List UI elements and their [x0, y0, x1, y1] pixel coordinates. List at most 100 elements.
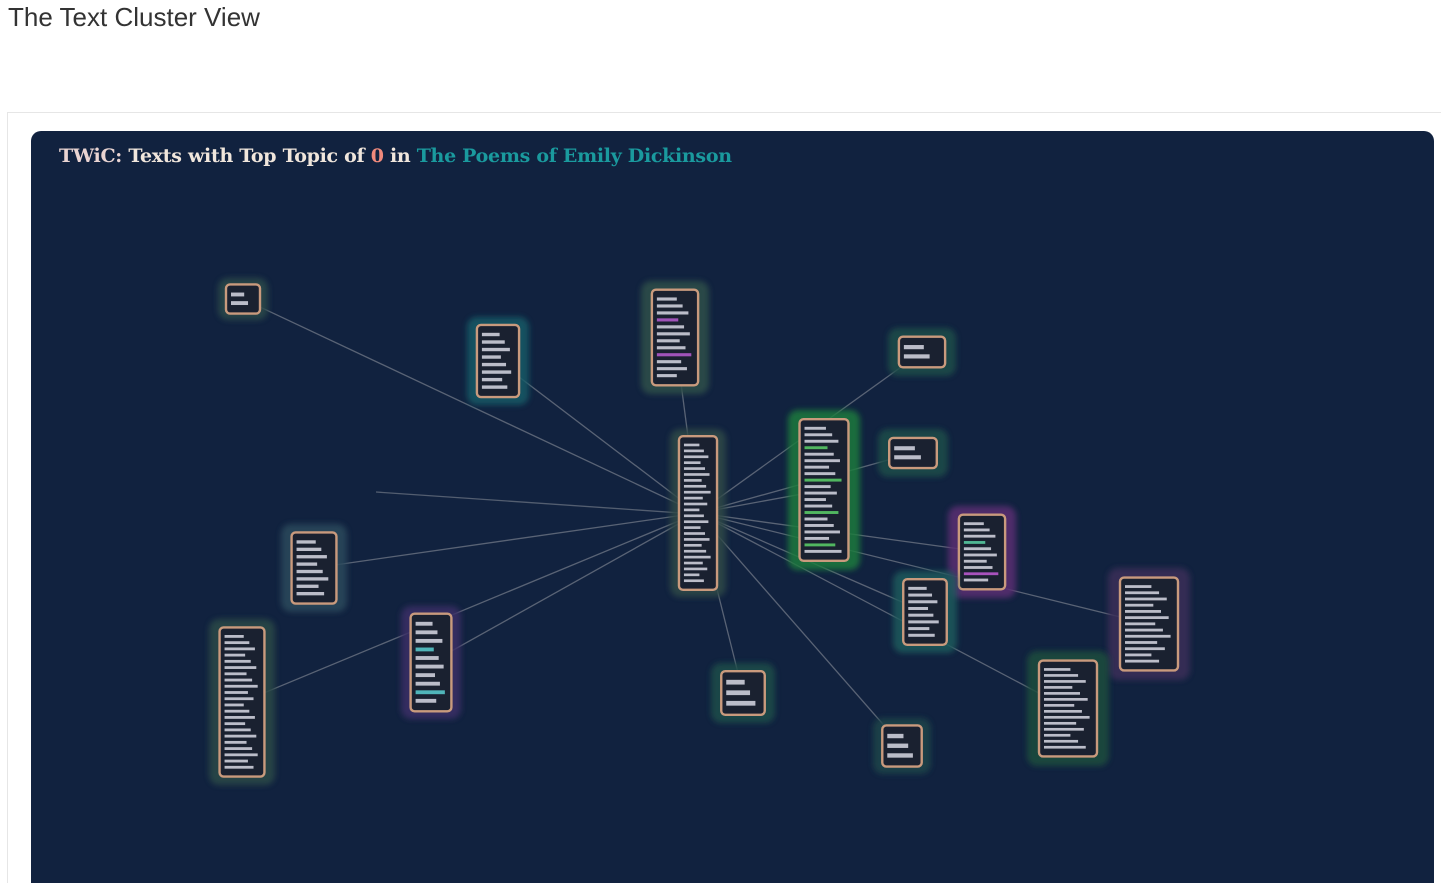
text-line [656, 297, 677, 301]
text-line [1125, 591, 1160, 595]
text-line [656, 353, 692, 357]
text-line [804, 504, 833, 508]
text-node-hub[interactable] [670, 429, 726, 597]
text-line [963, 566, 993, 569]
text-line [1125, 622, 1156, 626]
text-line [415, 673, 436, 678]
text-line [224, 678, 253, 682]
text-line [804, 491, 837, 495]
text-line [804, 459, 840, 463]
text-card [409, 612, 453, 713]
text-line [683, 567, 708, 571]
text-line [1044, 727, 1084, 731]
text-node-left-mid[interactable] [281, 524, 347, 612]
text-line [683, 549, 707, 553]
text-line [683, 514, 704, 518]
text-line [804, 543, 836, 547]
text-line [224, 641, 250, 645]
text-line [683, 543, 702, 547]
text-line [481, 355, 501, 359]
text-line [804, 433, 833, 437]
text-line [908, 600, 938, 604]
text-card [677, 434, 719, 592]
text-line [224, 635, 244, 638]
text-line [296, 540, 316, 544]
text-line [224, 716, 255, 719]
text-line [415, 630, 438, 635]
text-line [1044, 709, 1082, 713]
text-line [963, 578, 989, 582]
text-line [415, 621, 433, 626]
text-node-top-purple[interactable] [641, 281, 709, 394]
text-line [224, 653, 246, 657]
text-line [415, 698, 437, 703]
text-line [683, 490, 711, 494]
text-line [1044, 674, 1079, 677]
text-line [224, 728, 251, 732]
text-node-r-small-a[interactable] [888, 328, 956, 376]
text-line [1125, 634, 1171, 638]
text-line [804, 485, 831, 489]
page-title: The Text Cluster View [8, 2, 260, 32]
text-line [1044, 680, 1086, 683]
text-node-far-right[interactable] [1108, 568, 1190, 680]
text-node-r-small-b[interactable] [878, 429, 948, 477]
text-line [1125, 616, 1169, 620]
text-line [894, 446, 915, 451]
text-line [683, 467, 706, 470]
text-line [963, 534, 996, 538]
text-line [726, 679, 745, 685]
text-line [656, 374, 677, 378]
text-line [1125, 641, 1158, 644]
text-line [804, 511, 839, 514]
text-line [683, 526, 701, 529]
text-node-tl-small[interactable] [218, 278, 268, 320]
text-line [683, 479, 702, 482]
text-line [1044, 686, 1073, 689]
text-line [1044, 733, 1071, 737]
text-line [804, 465, 830, 469]
text-node-bottom-right[interactable] [1027, 651, 1109, 766]
text-node-left-purple[interactable] [401, 606, 461, 719]
text-line [963, 559, 987, 563]
text-node-magenta[interactable] [948, 506, 1016, 598]
text-line [224, 747, 253, 750]
text-line [481, 362, 507, 367]
text-line [481, 385, 508, 389]
text-line [1044, 704, 1075, 707]
text-line [224, 666, 257, 669]
text-card [224, 283, 262, 315]
text-line [963, 547, 992, 551]
text-node-bottom-small[interactable] [711, 663, 775, 723]
text-line [481, 340, 505, 344]
text-line [224, 740, 247, 744]
text-line [481, 370, 512, 374]
cluster-edge [430, 512, 699, 664]
text-line [683, 561, 703, 565]
text-line [804, 426, 826, 430]
cluster-edge [313, 512, 699, 569]
text-node-bottom-mid[interactable] [873, 718, 931, 774]
text-line [415, 647, 434, 652]
text-line [804, 439, 839, 443]
text-line [804, 446, 828, 450]
text-line [656, 325, 685, 329]
text-line [224, 703, 244, 707]
text-node-mid-teal[interactable] [893, 571, 957, 653]
text-line [683, 555, 711, 559]
twic-cluster-panel: TWiC: Texts with Top Topic of 0 in The P… [31, 131, 1434, 883]
text-node-top-teal[interactable] [467, 317, 529, 405]
text-line [656, 346, 686, 350]
text-node-green[interactable] [788, 410, 860, 570]
text-line [231, 292, 245, 297]
text-line [296, 592, 325, 596]
text-line [224, 734, 257, 738]
text-line [683, 473, 710, 476]
text-line [415, 681, 440, 686]
text-line [481, 377, 503, 382]
text-line [963, 528, 990, 532]
text-line [908, 606, 929, 610]
text-line [296, 555, 327, 559]
text-node-left-tall[interactable] [209, 619, 275, 785]
stray-edge [375, 491, 697, 515]
